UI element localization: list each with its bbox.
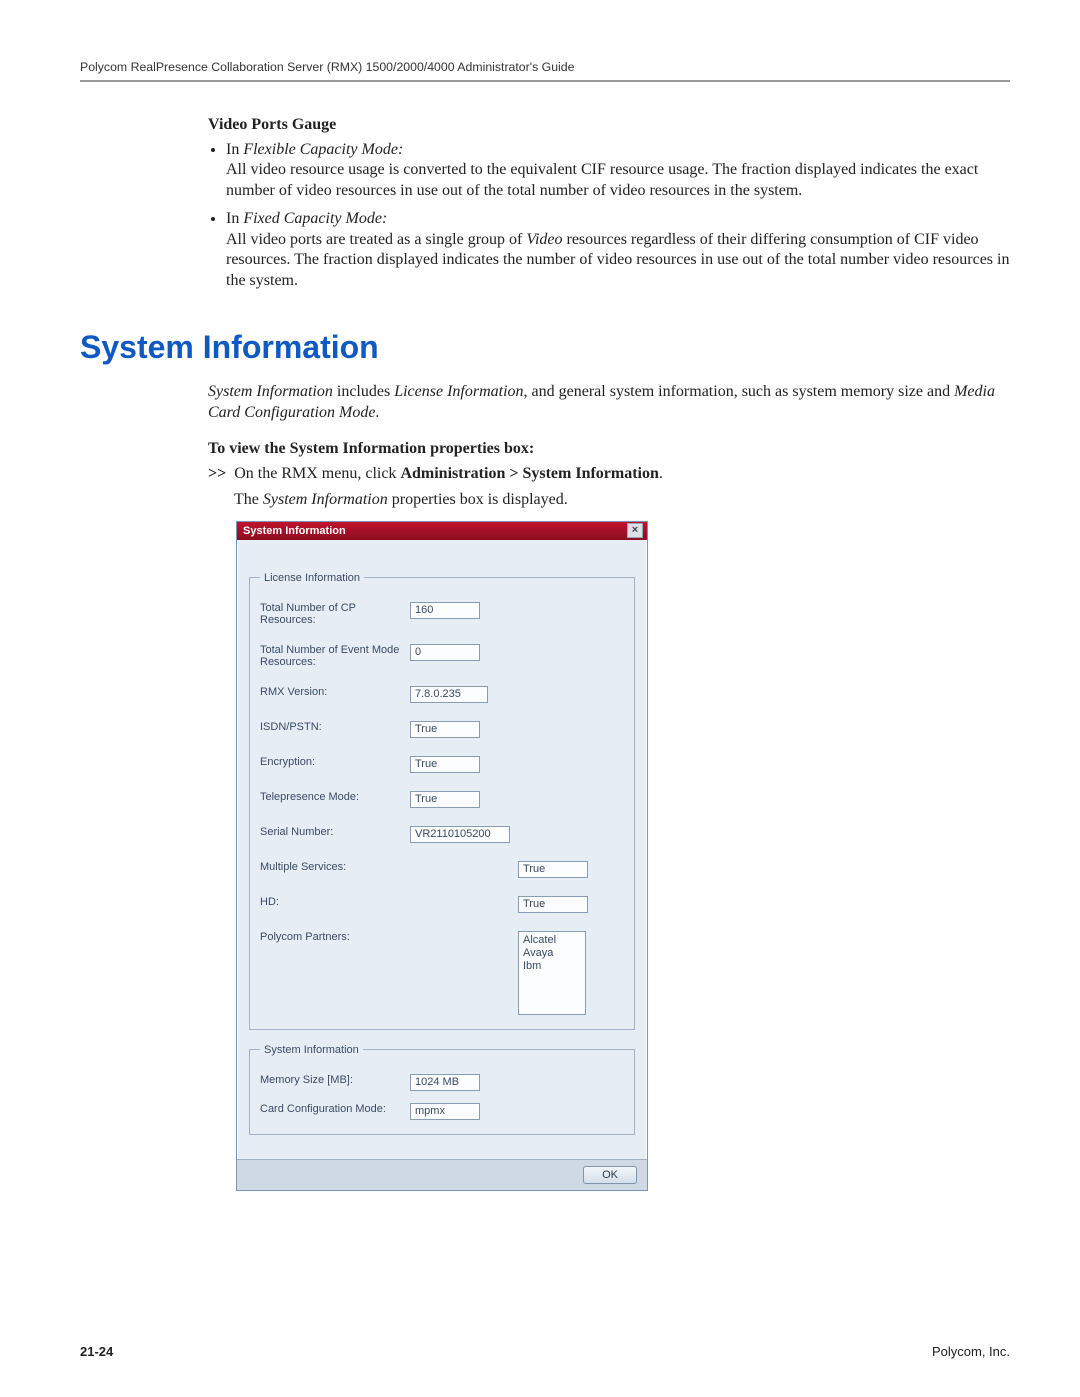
sysinfo-intro-2: includes	[333, 383, 394, 400]
bullet-fixed: In Fixed Capacity Mode: All video ports …	[226, 209, 1010, 291]
ok-button[interactable]: OK	[583, 1166, 637, 1184]
bullet-fixed-text-a: All video ports are treated as a single …	[226, 231, 526, 248]
video-ports-list: In Flexible Capacity Mode: All video res…	[226, 140, 1010, 291]
value-telepresence-mode: True	[410, 791, 480, 808]
bullet-flexible-lead: In	[226, 141, 243, 158]
procedure-result: The System Information properties box is…	[208, 491, 1010, 509]
bullet-flexible-mode: Flexible Capacity Mode:	[243, 141, 403, 158]
bullet-fixed-mode: Fixed Capacity Mode:	[243, 210, 387, 227]
value-isdn-pstn: True	[410, 721, 480, 738]
bullet-flexible-text: All video resource usage is converted to…	[226, 161, 978, 198]
result-c: properties box is displayed.	[388, 491, 568, 508]
result-a: The	[234, 491, 263, 508]
label-memory-size: Memory Size [MB]:	[260, 1074, 410, 1086]
value-rmx-version: 7.8.0.235	[410, 686, 488, 703]
procedure-heading: To view the System Information propertie…	[208, 440, 1010, 458]
label-event-resources: Total Number of Event Mode Resources:	[260, 644, 430, 668]
value-cp-resources: 160	[410, 602, 480, 619]
step-marker: >>	[208, 464, 226, 485]
label-rmx-version: RMX Version:	[260, 686, 410, 698]
label-polycom-partners: Polycom Partners:	[260, 931, 410, 943]
partner-0: Alcatel	[523, 934, 581, 947]
bullet-fixed-lead: In	[226, 210, 243, 227]
label-telepresence-mode: Telepresence Mode:	[260, 791, 410, 803]
sysinfo-intro-3: License Information	[394, 383, 523, 400]
value-card-config-mode: mpmx	[410, 1103, 480, 1120]
step-text-a: On the RMX menu, click	[234, 465, 400, 482]
value-multiple-services: True	[518, 861, 588, 878]
system-information-group: System Information Memory Size [MB]: 102…	[249, 1044, 635, 1135]
procedure-step-1: >> On the RMX menu, click Administration…	[208, 464, 1010, 485]
label-card-config-mode: Card Configuration Mode:	[260, 1103, 410, 1115]
dialog-title: System Information	[243, 525, 346, 537]
result-b: System Information	[263, 491, 388, 508]
system-information-dialog: System Information × License Information…	[236, 521, 648, 1191]
dialog-footer: OK	[237, 1159, 647, 1190]
partner-1: Avaya	[523, 947, 581, 960]
sysinfo-intro-1: System Information	[208, 383, 333, 400]
value-polycom-partners: Alcatel Avaya Ibm	[518, 931, 586, 1015]
label-hd: HD:	[260, 896, 410, 908]
license-information-group: License Information Total Number of CP R…	[249, 572, 635, 1030]
value-hd: True	[518, 896, 588, 913]
value-event-resources: 0	[410, 644, 480, 661]
value-memory-size: 1024 MB	[410, 1074, 480, 1091]
step-menu-path: Administration > System Information	[400, 465, 658, 482]
dialog-titlebar: System Information ×	[237, 522, 647, 540]
step-text-b: .	[659, 465, 663, 482]
footer-company: Polycom, Inc.	[932, 1344, 1010, 1359]
label-isdn-pstn: ISDN/PSTN:	[260, 721, 410, 733]
label-encryption: Encryption:	[260, 756, 410, 768]
header-rule	[80, 80, 1010, 82]
license-information-legend: License Information	[260, 572, 364, 584]
label-cp-resources: Total Number of CP Resources:	[260, 602, 410, 626]
partner-2: Ibm	[523, 960, 581, 973]
label-multiple-services: Multiple Services:	[260, 861, 410, 873]
section-heading-system-information: System Information	[80, 329, 1010, 366]
system-information-legend: System Information	[260, 1044, 363, 1056]
page-number: 21-24	[80, 1344, 113, 1359]
bullet-fixed-text-video: Video	[526, 231, 562, 248]
label-serial-number: Serial Number:	[260, 826, 410, 838]
video-ports-heading: Video Ports Gauge	[208, 116, 1010, 134]
sysinfo-intro-6: .	[375, 404, 379, 421]
bullet-flexible: In Flexible Capacity Mode: All video res…	[226, 140, 1010, 201]
doc-header-title: Polycom RealPresence Collaboration Serve…	[80, 60, 1010, 74]
close-icon[interactable]: ×	[627, 523, 643, 538]
sysinfo-intro-4: , and general system information, such a…	[524, 383, 955, 400]
value-encryption: True	[410, 756, 480, 773]
value-serial-number: VR2110105200	[410, 826, 510, 843]
sysinfo-intro: System Information includes License Info…	[208, 382, 1010, 424]
